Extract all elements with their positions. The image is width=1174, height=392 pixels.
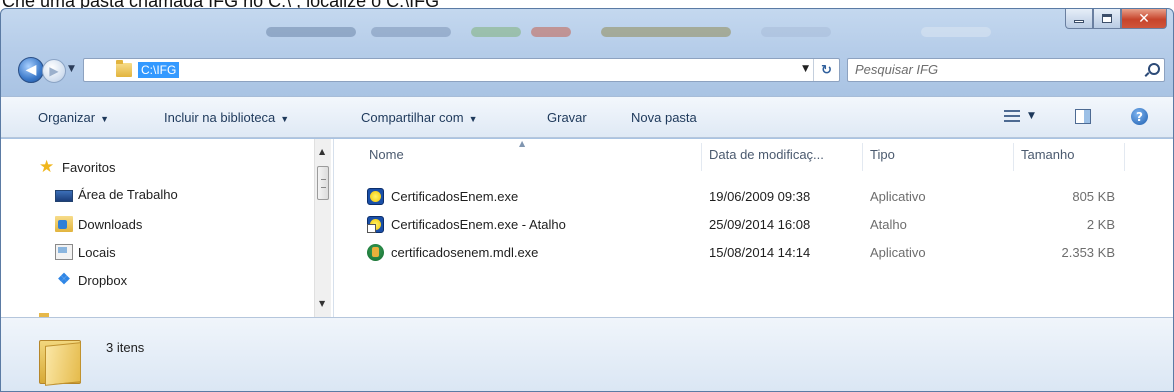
command-bar: Organizar ▼ Incluir na biblioteca ▼ Compar… [1, 96, 1173, 138]
back-arrow-icon: ◀ [25, 62, 37, 78]
share-with-menu[interactable]: Compartilhar com ▼ [361, 110, 478, 125]
explorer-window: ✕ ◀ ▶ ▼ C:\IFG ▼ ↻ Pesquisar IFG Organiz… [0, 8, 1174, 392]
help-button[interactable]: ? [1131, 108, 1148, 125]
application-icon [367, 188, 384, 205]
folder-icon [39, 340, 81, 386]
file-modified: 15/08/2014 14:14 [709, 245, 811, 260]
close-icon: ✕ [1138, 10, 1150, 27]
file-type: Aplicativo [870, 189, 926, 204]
search-input[interactable]: Pesquisar IFG [855, 62, 938, 77]
item-count: 3 itens [106, 340, 145, 355]
scroll-down-icon[interactable]: ▼ [319, 299, 325, 308]
file-size: 2 KB [1086, 217, 1115, 232]
table-row[interactable]: CertificadosEnem.exe - Atalho 25/09/2014… [335, 214, 1173, 236]
sidebar-item-label: Locais [78, 244, 116, 260]
recent-places-icon [55, 244, 73, 260]
burn-button[interactable]: Gravar [547, 110, 587, 125]
table-row[interactable]: CertificadosEnem.exe 19/06/2009 09:38 Ap… [335, 186, 1173, 208]
installer-icon [367, 244, 384, 261]
sidebar-item-favorites[interactable]: ★ Favoritos [39, 157, 116, 176]
sidebar-item-desktop[interactable]: Área de Trabalho [55, 187, 178, 202]
forward-arrow-icon: ▶ [49, 64, 59, 78]
file-name: CertificadosEnem.exe - Atalho [391, 217, 566, 232]
back-button[interactable]: ◀ [18, 57, 44, 83]
minimize-icon [1074, 20, 1084, 23]
file-type: Atalho [870, 217, 907, 232]
maximize-button[interactable] [1093, 9, 1121, 29]
column-header-modified[interactable]: Data de modificaç... [709, 147, 824, 162]
view-options-icon[interactable] [1004, 109, 1020, 123]
folder-icon [116, 60, 132, 77]
refresh-icon: ↻ [821, 62, 832, 78]
preview-pane-icon[interactable] [1075, 109, 1091, 124]
file-size: 2.353 KB [1061, 245, 1116, 260]
organize-label: Organizar [38, 110, 96, 125]
navigation-bar: ◀ ▶ ▼ C:\IFG ▼ ↻ Pesquisar IFG [1, 51, 1173, 85]
sidebar-item-label: Downloads [78, 216, 143, 232]
chevron-down-icon: ▼ [280, 114, 290, 124]
view-options-dropdown[interactable]: ▼ [1028, 111, 1035, 121]
details-pane: 3 itens [1, 317, 1173, 391]
scrollbar-thumb[interactable] [317, 166, 329, 200]
dropbox-icon: ❖ [57, 271, 71, 288]
sidebar-item-locais[interactable]: Locais [55, 244, 116, 260]
address-dropdown-icon[interactable]: ▼ [802, 64, 809, 74]
desktop-icon [55, 189, 73, 202]
column-header-type[interactable]: Tipo [870, 147, 895, 162]
file-type: Aplicativo [870, 245, 926, 260]
refresh-button[interactable]: ↻ [813, 59, 839, 81]
file-name: certificadosenem.mdl.exe [391, 245, 539, 260]
recent-pages-dropdown[interactable]: ▼ [68, 64, 75, 74]
search-icon[interactable] [1145, 63, 1160, 77]
folder-front [45, 342, 81, 386]
column-divider [1013, 143, 1014, 171]
chevron-down-icon: ▼ [100, 114, 109, 124]
sidebar-item-dropbox[interactable]: ❖ Dropbox [55, 272, 127, 288]
maximize-icon [1102, 14, 1112, 23]
address-bar[interactable]: C:\IFG ▼ ↻ [83, 58, 840, 82]
sort-ascending-icon: ▲ [519, 139, 526, 148]
sidebar-item-label: Dropbox [78, 272, 128, 288]
title-bar [1, 9, 1173, 49]
sidebar-item-downloads[interactable]: Downloads [55, 216, 142, 232]
downloads-icon [55, 216, 73, 232]
chevron-down-icon: ▼ [468, 114, 478, 124]
column-header-name[interactable]: Nome [369, 147, 404, 162]
include-library-menu[interactable]: Incluir na biblioteca ▼ [164, 110, 289, 125]
search-box[interactable]: Pesquisar IFG [847, 58, 1165, 82]
file-size: 805 KB [1072, 189, 1115, 204]
column-divider [701, 143, 702, 171]
forward-button[interactable]: ▶ [42, 59, 66, 83]
window-controls: ✕ [1065, 9, 1167, 29]
sidebar-item-label: Favoritos [62, 159, 116, 175]
column-divider [862, 143, 863, 171]
address-path[interactable]: C:\IFG [138, 62, 180, 78]
file-name: CertificadosEnem.exe [391, 189, 519, 204]
organize-menu[interactable]: Organizar ▼ [38, 110, 109, 125]
share-with-label: Compartilhar com [361, 110, 464, 125]
content-area: ★ Favoritos Área de Trabalho Downloads L… [1, 139, 1173, 319]
new-folder-button[interactable]: Nova pasta [631, 110, 697, 125]
sidebar-scrollbar[interactable]: ▲ ▼ [314, 139, 331, 317]
sidebar-item-label: Área de Trabalho [78, 187, 178, 202]
column-header-size[interactable]: Tamanho [1021, 147, 1074, 162]
minimize-button[interactable] [1065, 9, 1093, 29]
navigation-pane: ★ Favoritos Área de Trabalho Downloads L… [1, 139, 334, 319]
table-row[interactable]: certificadosenem.mdl.exe 15/08/2014 14:1… [335, 242, 1173, 264]
file-modified: 25/09/2014 16:08 [709, 217, 811, 232]
star-icon: ★ [39, 157, 55, 176]
include-library-label: Incluir na biblioteca [164, 110, 276, 125]
column-divider [1124, 143, 1125, 171]
file-modified: 19/06/2009 09:38 [709, 189, 811, 204]
scroll-up-icon[interactable]: ▲ [319, 147, 325, 156]
close-button[interactable]: ✕ [1121, 9, 1167, 29]
file-list: ▲ Nome Data de modificaç... Tipo Tamanho… [335, 139, 1173, 317]
shortcut-icon [367, 216, 384, 233]
